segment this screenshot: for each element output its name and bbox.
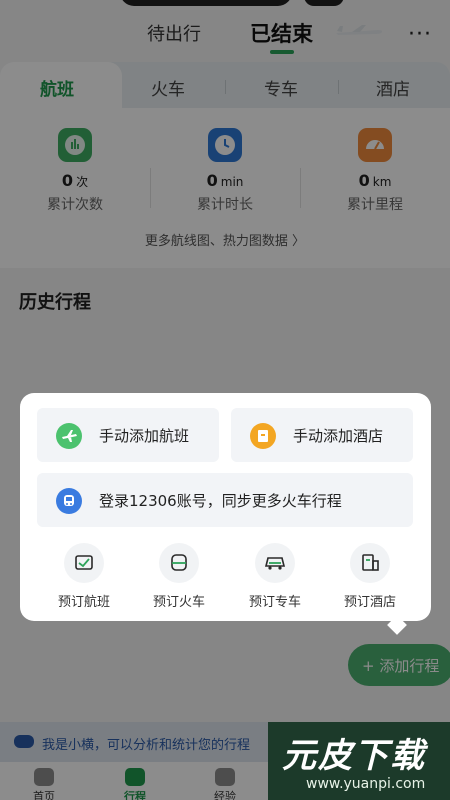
book-hotel-label: 预订酒店 [343, 595, 396, 610]
book-car-label: 预订专车 [248, 595, 301, 610]
book-train-button[interactable]: 预订火车 [139, 543, 219, 610]
book-train-label: 预订火车 [152, 595, 205, 610]
add-hotel-label: 手动添加酒店 [293, 427, 384, 445]
hotel-icon [250, 423, 276, 449]
add-trip-popup: 手动添加航班 手动添加酒店 登录12306账号，同步更多火车行程 预订航班 预订… [20, 393, 431, 621]
hotel-icon [350, 543, 390, 583]
add-flight-label: 手动添加航班 [99, 427, 190, 445]
airplane-icon [56, 423, 82, 449]
add-flight-button[interactable]: 手动添加航班 [37, 408, 219, 462]
login-12306-label: 登录12306账号，同步更多火车行程 [99, 492, 342, 510]
login-12306-button[interactable]: 登录12306账号，同步更多火车行程 [37, 473, 413, 527]
train-icon [56, 488, 82, 514]
train-icon [159, 543, 199, 583]
flight-ticket-icon [64, 543, 104, 583]
add-hotel-button[interactable]: 手动添加酒店 [231, 408, 413, 462]
car-icon [255, 543, 295, 583]
book-flight-label: 预订航班 [57, 595, 110, 610]
watermark: 元皮下载 www.yuanpi.com [268, 722, 450, 800]
watermark-url: www.yuanpi.com [306, 776, 426, 792]
book-flight-button[interactable]: 预订航班 [44, 543, 124, 610]
book-car-button[interactable]: 预订专车 [235, 543, 315, 610]
book-hotel-button[interactable]: 预订酒店 [330, 543, 410, 610]
watermark-title: 元皮下载 [282, 736, 426, 776]
